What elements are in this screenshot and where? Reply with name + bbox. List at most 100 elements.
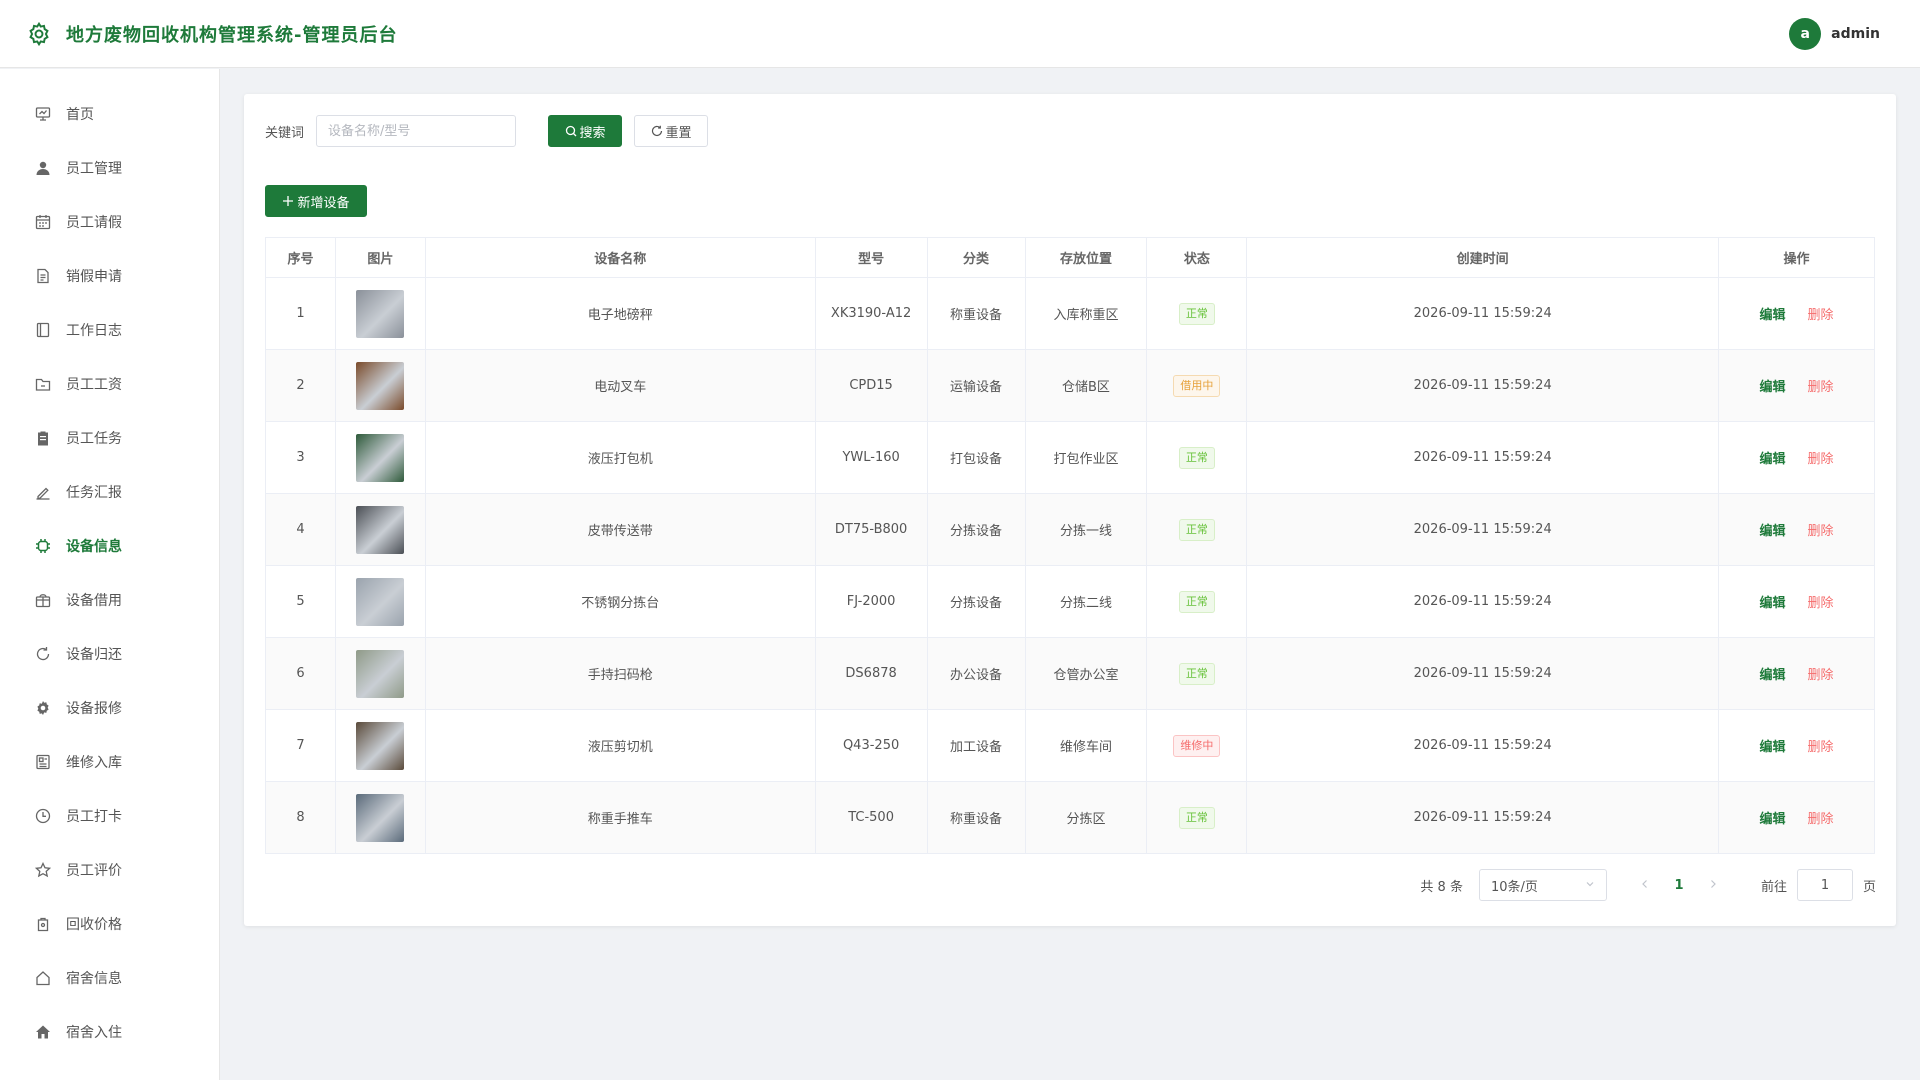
edit-button[interactable]: 编辑 bbox=[1760, 452, 1786, 467]
refresh-icon bbox=[651, 125, 663, 137]
sidebar-item-clock-in[interactable]: 员工打卡 bbox=[0, 789, 219, 843]
edit-pen-icon bbox=[34, 483, 52, 501]
avatar[interactable]: a bbox=[1789, 18, 1822, 50]
sidebar-item-device-borrow[interactable]: 设备借用 bbox=[0, 573, 219, 627]
cell-actions: 编辑 删除 bbox=[1718, 493, 1875, 566]
device-thumbnail[interactable] bbox=[356, 577, 405, 626]
sidebar-item-task-report[interactable]: 任务汇报 bbox=[0, 465, 219, 519]
user-icon bbox=[34, 159, 52, 177]
cell-location: 分拣一线 bbox=[1024, 493, 1148, 566]
status-badge: 正常 bbox=[1178, 302, 1215, 325]
sidebar-item-dorm-checkin[interactable]: 宿舍入住 bbox=[0, 1005, 219, 1059]
sidebar-item-device-return[interactable]: 设备归还 bbox=[0, 627, 219, 681]
cell-actions: 编辑 删除 bbox=[1718, 565, 1875, 638]
device-thumbnail[interactable] bbox=[356, 793, 405, 842]
table-row: 8 称重手推车 TC-500 称重设备 分拣区 正常 2026-09-11 15:59:24… bbox=[265, 781, 1875, 854]
sidebar-item-worklog[interactable]: 工作日志 bbox=[0, 303, 219, 357]
next-page-button[interactable] bbox=[1699, 878, 1727, 893]
search-bar: 关键词 搜索 重置 bbox=[265, 115, 709, 147]
delete-button[interactable]: 删除 bbox=[1808, 812, 1834, 827]
edit-button[interactable]: 编辑 bbox=[1760, 740, 1786, 755]
status-badge: 正常 bbox=[1178, 806, 1215, 829]
delete-button[interactable]: 删除 bbox=[1808, 668, 1834, 683]
device-thumbnail[interactable] bbox=[356, 505, 405, 554]
star-icon bbox=[34, 861, 52, 879]
sidebar-item-dorm-info[interactable]: 宿舍信息 bbox=[0, 951, 219, 1005]
user-menu[interactable]: a admin bbox=[1789, 18, 1880, 50]
cell-actions: 编辑 删除 bbox=[1718, 421, 1875, 494]
delete-button[interactable]: 删除 bbox=[1808, 308, 1834, 323]
sidebar-item-repair-storage[interactable]: 维修入库 bbox=[0, 735, 219, 789]
chevron-right-icon bbox=[1711, 879, 1716, 888]
edit-button[interactable]: 编辑 bbox=[1760, 524, 1786, 539]
cell-actions: 编辑 删除 bbox=[1718, 349, 1875, 422]
top-header: 地方废物回收机构管理系统-管理员后台 a admin bbox=[0, 0, 1920, 68]
page-suffix: 页 bbox=[1862, 879, 1876, 895]
cell-image bbox=[334, 781, 426, 854]
cell-location: 分拣二线 bbox=[1024, 565, 1148, 638]
document-icon bbox=[34, 267, 52, 285]
cell-image bbox=[334, 421, 426, 494]
sidebar-item-tasks[interactable]: 员工任务 bbox=[0, 411, 219, 465]
cell-name: 不锈钢分拣台 bbox=[424, 565, 816, 638]
sidebar-item-device-repair[interactable]: 设备报修 bbox=[0, 681, 219, 735]
edit-button[interactable]: 编辑 bbox=[1760, 668, 1786, 683]
username[interactable]: admin bbox=[1831, 26, 1880, 42]
cell-created: 2026-09-11 15:59:24 bbox=[1246, 349, 1720, 422]
search-button[interactable]: 搜索 bbox=[548, 115, 623, 147]
cell-image bbox=[334, 565, 426, 638]
cog-icon bbox=[34, 699, 52, 717]
sidebar-item-home[interactable]: 首页 bbox=[0, 87, 219, 141]
sidebar-item-review[interactable]: 员工评价 bbox=[0, 843, 219, 897]
sidebar-item-price[interactable]: 回收价格 bbox=[0, 897, 219, 951]
device-thumbnail[interactable] bbox=[356, 289, 405, 338]
cell-no: 6 bbox=[265, 637, 336, 710]
sidebar: 首页 员工管理 员工请假 销假申请 工作日志 员工工资 员工任务 任务汇报 设备… bbox=[0, 69, 220, 1080]
keyword-label: 关键词 bbox=[265, 125, 305, 141]
cell-status: 正常 bbox=[1146, 277, 1248, 350]
status-badge: 正常 bbox=[1178, 662, 1215, 685]
edit-button[interactable]: 编辑 bbox=[1760, 812, 1786, 827]
edit-button[interactable]: 编辑 bbox=[1760, 596, 1786, 611]
sidebar-item-leave-cancel[interactable]: 销假申请 bbox=[0, 249, 219, 303]
device-thumbnail[interactable] bbox=[356, 433, 405, 482]
sidebar-item-device-info[interactable]: 设备信息 bbox=[0, 519, 219, 573]
add-device-button[interactable]: 新增设备 bbox=[265, 185, 367, 217]
edit-button[interactable]: 编辑 bbox=[1760, 308, 1786, 323]
cell-category: 办公设备 bbox=[926, 637, 1026, 710]
cell-model: DT75-B800 bbox=[814, 493, 928, 566]
cell-location: 仓管办公室 bbox=[1024, 637, 1148, 710]
col-header-category: 分类 bbox=[926, 237, 1026, 278]
device-thumbnail[interactable] bbox=[356, 649, 405, 698]
device-thumbnail[interactable] bbox=[356, 361, 405, 410]
notebook-icon bbox=[34, 321, 52, 339]
cell-category: 分拣设备 bbox=[926, 493, 1026, 566]
total-count: 共 8 条 bbox=[1420, 879, 1463, 895]
keyword-input[interactable] bbox=[316, 115, 517, 147]
reset-button[interactable]: 重置 bbox=[634, 115, 709, 147]
delete-button[interactable]: 删除 bbox=[1808, 380, 1834, 395]
cell-actions: 编辑 删除 bbox=[1718, 709, 1875, 782]
cell-created: 2026-09-11 15:59:24 bbox=[1246, 565, 1720, 638]
delete-button[interactable]: 删除 bbox=[1808, 452, 1834, 467]
sidebar-item-leave[interactable]: 员工请假 bbox=[0, 195, 219, 249]
goto-page-input[interactable] bbox=[1796, 869, 1853, 901]
calendar-icon bbox=[34, 213, 52, 231]
delete-button[interactable]: 删除 bbox=[1808, 740, 1834, 755]
chip-icon bbox=[34, 537, 52, 555]
sidebar-item-staff[interactable]: 员工管理 bbox=[0, 141, 219, 195]
status-badge: 维修中 bbox=[1173, 734, 1221, 757]
cell-created: 2026-09-11 15:59:24 bbox=[1246, 421, 1720, 494]
delete-button[interactable]: 删除 bbox=[1808, 524, 1834, 539]
cell-no: 1 bbox=[265, 277, 336, 350]
cell-no: 4 bbox=[265, 493, 336, 566]
page-size-select[interactable]: 10条/页 bbox=[1478, 869, 1607, 901]
sidebar-item-salary[interactable]: 员工工资 bbox=[0, 357, 219, 411]
edit-button[interactable]: 编辑 bbox=[1760, 380, 1786, 395]
delete-button[interactable]: 删除 bbox=[1808, 596, 1834, 611]
cell-created: 2026-09-11 15:59:24 bbox=[1246, 781, 1720, 854]
prev-page-button[interactable] bbox=[1631, 878, 1659, 893]
device-thumbnail[interactable] bbox=[356, 721, 405, 770]
cell-model: Q43-250 bbox=[814, 709, 928, 782]
page-number-1[interactable]: 1 bbox=[1665, 878, 1693, 893]
